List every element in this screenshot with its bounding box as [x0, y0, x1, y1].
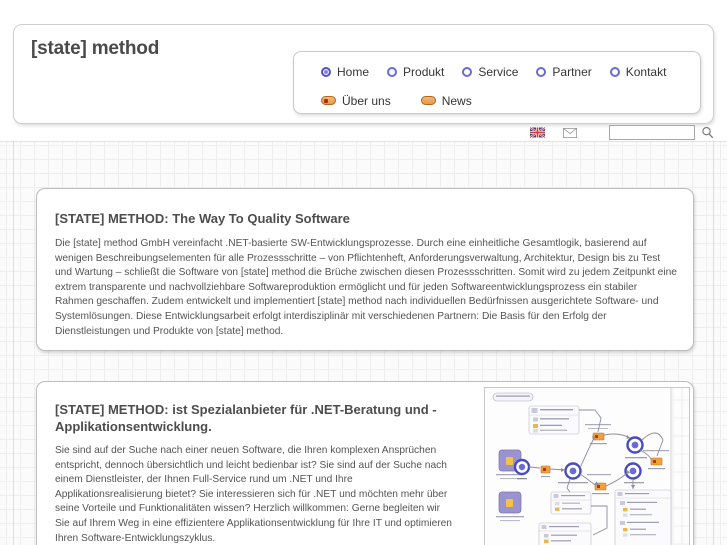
nav-item-home[interactable]: Home — [321, 65, 369, 79]
radio-filled-icon — [321, 66, 331, 77]
radio-empty-icon — [462, 66, 473, 77]
search-input[interactable] — [609, 125, 695, 140]
utility-bar — [0, 124, 727, 141]
envelope-icon[interactable] — [563, 127, 577, 138]
pill-toggle-active-icon — [321, 96, 336, 105]
nav-row-secondary: Über uns News — [321, 89, 700, 112]
nav-label: Service — [478, 64, 519, 79]
pill-toggle-icon — [420, 96, 436, 105]
nav-item-ueber-uns[interactable]: Über uns — [321, 94, 391, 108]
nav-label: Partner — [552, 64, 592, 79]
nav-item-news[interactable]: News — [420, 93, 472, 108]
header-card: [state] method Home Produkt Service Part… — [13, 24, 714, 124]
section-body: Sie sind auf der Suche nach einer neuen … — [55, 445, 452, 544]
section-title: [STATE] METHOD: ist Spezialanbieter für … — [55, 402, 437, 434]
diagram-canvas — [485, 388, 689, 545]
state-machine-diagram[interactable] — [484, 387, 690, 545]
magnifier-icon[interactable] — [701, 126, 714, 139]
nav-label: Produkt — [403, 64, 445, 79]
nav-label: Kontakt — [625, 64, 667, 79]
page-root: [state] method Home Produkt Service Part… — [0, 0, 727, 545]
right-rail — [713, 141, 714, 545]
uk-flag-icon[interactable] — [530, 127, 545, 138]
radio-empty-icon — [387, 66, 398, 77]
main-navigation: Home Produkt Service Partner Kontakt Übe… — [293, 51, 701, 114]
radio-empty-icon — [609, 66, 620, 77]
page-title: [STATE] METHOD: The Way To Quality Softw… — [55, 211, 350, 226]
left-rail — [13, 141, 14, 545]
nav-label: Home — [337, 64, 370, 79]
site-title: [state] method — [31, 38, 160, 59]
content-divider — [0, 141, 727, 142]
radio-empty-icon — [536, 66, 547, 77]
nav-item-service[interactable]: Service — [462, 65, 518, 79]
nav-label: Über uns — [342, 93, 391, 108]
nav-row-primary: Home Produkt Service Partner Kontakt — [321, 60, 700, 83]
nav-label: News — [441, 93, 472, 108]
nav-item-produkt[interactable]: Produkt — [387, 65, 444, 79]
section-body: Die [state] method GmbH vereinfacht .NET… — [55, 238, 677, 337]
nav-item-partner[interactable]: Partner — [536, 64, 592, 79]
nav-item-kontakt[interactable]: Kontakt — [609, 64, 667, 79]
content-card-intro: [STATE] METHOD: The Way To Quality Softw… — [36, 188, 694, 351]
content-card-services: [STATE] METHOD: ist Spezialanbieter für … — [36, 381, 694, 545]
